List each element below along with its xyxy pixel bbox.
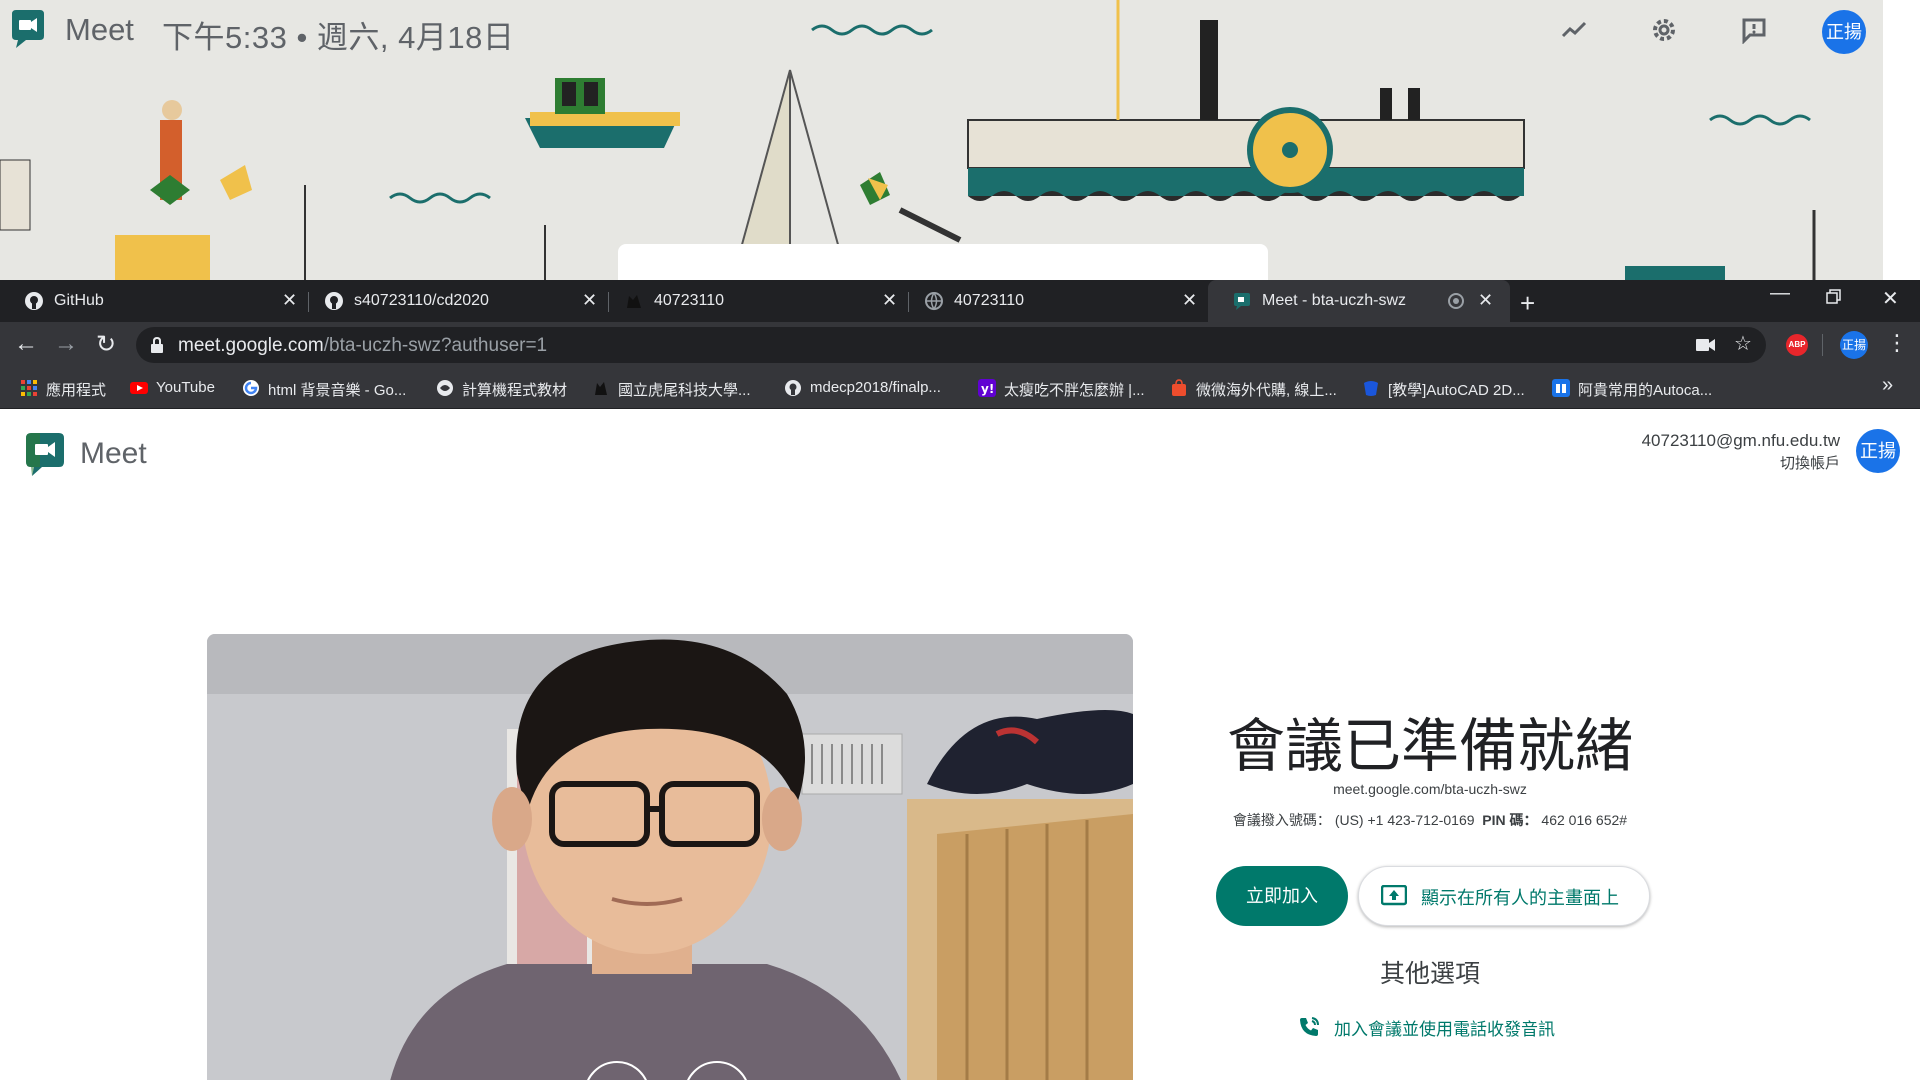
google-icon [243,380,259,396]
camera-preview-image [207,634,1133,1080]
youtube-icon [130,382,148,394]
yahoo-icon: y! [978,379,996,397]
shopping-bag-icon [1172,379,1186,396]
tab-close-icon[interactable]: ✕ [882,290,897,311]
meeting-ready-title: 會議已準備就緒 [1226,712,1633,780]
recording-indicator-icon [1448,293,1464,309]
desktop-edge [1883,0,1920,280]
tab-label: 40723110 [654,292,724,309]
github-icon [25,292,43,310]
tab-close-icon[interactable]: ✕ [282,290,297,311]
svg-text:y!: y! [981,382,994,396]
globe-icon [925,292,943,311]
toolbar-divider [1822,334,1823,356]
forward-arrow-icon[interactable]: → [54,330,78,358]
url-text: meet.google.com/bta-uczh-swz?authuser=1 [178,335,547,357]
app-title: Meet [80,437,147,470]
reload-icon[interactable]: ↻ [96,330,116,359]
lock-icon [151,336,163,353]
pin-value: 462 016 652# [1541,812,1628,828]
meet-logo-icon [26,433,64,476]
tab-label: GitHub [54,292,104,309]
tab-label: 40723110 [954,292,1024,309]
camera-in-use-icon[interactable] [1696,336,1716,359]
browser-toolbar: ← → ↻ meet.google.com/bta-uczh-swz?authu… [0,322,1920,368]
url-path: /bta-uczh-swz?authuser=1 [323,335,548,356]
account-email: 40723110@gm.nfu.edu.tw [1641,431,1840,450]
tab-meet-active[interactable]: Meet - bta-uczh-swz ✕ [1208,280,1510,322]
join-by-phone-label: 加入會議並使用電話收發音訊 [1334,1020,1555,1039]
globe-icon [437,380,453,396]
github-icon [785,380,801,396]
tab-40723110-b[interactable]: 40723110 ✕ [900,280,1200,322]
dial-in-number: (US) +1 423-712-0169 [1334,812,1475,828]
background-app-title: Meet [65,12,134,47]
cat-icon [595,382,607,395]
meet-page: Meet 40723110@gm.nfu.edu.tw 切換帳戶 正揚 會議已準… [0,409,1920,1080]
tab-cd2020[interactable]: s40723110/cd2020 ✕ [300,280,600,322]
tab-strip: GitHub ✕ s40723110/cd2020 ✕ 40723110 ✕ 4… [0,280,1920,322]
camera-preview [207,634,1133,1080]
background-meet-window: Meet 下午5:33 • 週六, 4月18日 正揚 [0,0,1883,280]
adblock-plus-icon[interactable]: ABP [1786,334,1808,356]
close-window-icon[interactable]: ✕ [1882,286,1899,311]
tab-close-icon[interactable]: ✕ [1478,290,1493,311]
present-label: 顯示在所有人的主畫面上 [1421,888,1619,908]
join-now-button[interactable]: 立即加入 [1216,866,1348,926]
bookmark-label: 阿貴常用的Autoca... [1578,382,1713,399]
bookmarks-bar: 應用程式 YouTube html 背景音樂 - Go... 計算機程式教材 國… [0,368,1920,409]
present-screen-icon [1381,885,1407,906]
address-bar[interactable]: meet.google.com/bta-uczh-swz?authuser=1 … [136,327,1766,363]
back-arrow-icon[interactable]: ← [14,330,38,358]
minimize-icon[interactable]: — [1770,282,1790,305]
present-button[interactable]: 顯示在所有人的主畫面上 [1358,866,1650,926]
meet-logo-icon [12,10,44,48]
profile-avatar[interactable]: 正揚 [1840,331,1868,359]
bookmark-label: 國立虎尾科技大學... [618,382,751,399]
restore-icon[interactable] [1826,288,1842,311]
new-tab-plus-icon[interactable]: + [1520,288,1535,319]
bookmark-label: 太瘦吃不胖怎麼辦 |... [1004,382,1145,399]
url-host: meet.google.com [178,335,324,356]
background-avatar[interactable]: 正揚 [1822,10,1866,54]
bookmark-label: [教學]AutoCAD 2D... [1388,382,1525,399]
apps-grid-icon [21,380,37,396]
blogger-icon [1364,381,1378,396]
meet-icon [1234,293,1250,310]
phone-icon [1300,1017,1319,1036]
tab-close-icon[interactable]: ✕ [1182,290,1197,311]
background-card [618,244,1268,280]
bookmark-label: html 背景音樂 - Go... [268,382,407,399]
tab-label: s40723110/cd2020 [354,292,489,309]
chrome-menu-icon[interactable]: ⋮ [1886,330,1908,356]
bookmark-label: YouTube [156,379,215,396]
cat-icon [627,295,641,308]
bookmark-label: 應用程式 [46,382,107,399]
settings-gear-icon[interactable] [1650,16,1678,44]
doc-icon [1552,379,1570,397]
meeting-url: meet.google.com/bta-uczh-swz [1333,781,1527,797]
pin-label: PIN 碼： [1482,812,1538,828]
bookmark-label: 計算機程式教材 [462,382,568,399]
dial-in-label: 會議撥入號碼： [1232,812,1331,828]
tab-github[interactable]: GitHub ✕ [0,280,300,322]
more-bookmarks-icon[interactable]: » [1882,374,1893,397]
account-avatar[interactable]: 正揚 [1856,429,1900,473]
background-clock: 下午5:33 • 週六, 4月18日 [162,20,515,55]
dial-in-info: 會議撥入號碼： (US) +1 423-712-0169 PIN 碼： 462 … [1180,810,1680,830]
feedback-icon[interactable] [1740,16,1768,45]
tab-40723110-a[interactable]: 40723110 ✕ [600,280,900,322]
switch-account-link[interactable]: 切換帳戶 [1780,452,1840,473]
tab-label: Meet - bta-uczh-swz [1262,292,1407,309]
bookmark-label: mdecp2018/finalp... [810,379,941,396]
other-options-title: 其他選項 [1379,960,1480,988]
bookmark-star-icon[interactable]: ☆ [1734,331,1752,356]
trend-icon[interactable] [1560,16,1588,44]
bookmark-label: 微微海外代購, 線上... [1196,382,1337,399]
tab-close-icon[interactable]: ✕ [582,290,597,311]
github-icon [325,292,343,310]
